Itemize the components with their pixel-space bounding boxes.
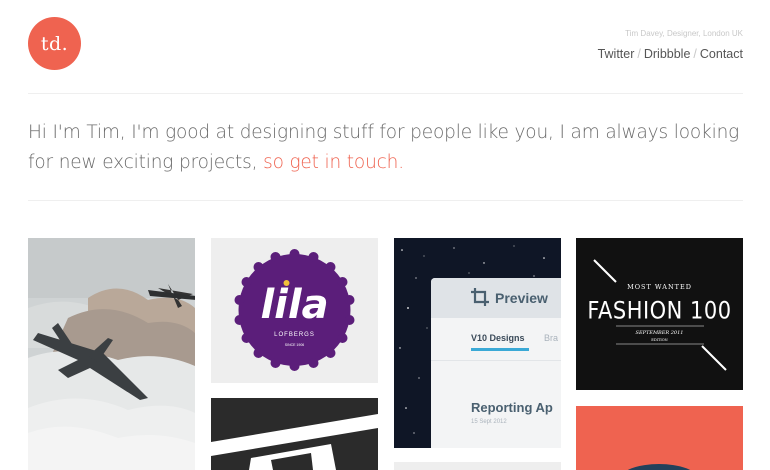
nav-separator: / — [693, 47, 697, 61]
portfolio-tile-fashion[interactable]: MOST WANTED FASHION 100 SEPTEMBER 2011 E… — [576, 238, 743, 390]
tab-v10-designs[interactable]: V10 Designs — [471, 333, 525, 343]
nav-contact-link[interactable]: Contact — [700, 47, 743, 61]
portfolio-tile-planes[interactable] — [28, 238, 195, 470]
portfolio-tile-partial[interactable] — [394, 462, 561, 470]
preview-app-title: Preview — [495, 290, 548, 306]
tagline: Tim Davey, Designer, London UK — [625, 29, 743, 38]
abstract-graphic — [211, 398, 378, 470]
preview-window: Preview V10 Designs Bra Reporting Ap 15 … — [431, 278, 561, 448]
report-heading: Reporting Ap — [471, 400, 553, 415]
portfolio-tile-lila[interactable]: lila LOFBERGS SINCE 1906 — [211, 238, 378, 383]
portfolio-tile-coral[interactable] — [576, 406, 743, 470]
fashion-edition: EDITION — [651, 338, 667, 342]
active-tab-indicator — [471, 348, 529, 351]
fashion-title: FASHION 100 — [587, 297, 731, 325]
divider — [28, 93, 743, 94]
fashion-cover: MOST WANTED FASHION 100 SEPTEMBER 2011 E… — [576, 238, 743, 390]
nav-dribbble-link[interactable]: Dribbble — [644, 47, 691, 61]
lila-title: lila — [260, 282, 328, 328]
fashion-subtitle: SEPTEMBER 2011 — [636, 330, 684, 336]
planes-illustration — [28, 238, 195, 470]
coral-graphic — [576, 406, 743, 470]
divider — [431, 360, 561, 361]
preview-titlebar: Preview — [431, 278, 561, 318]
nav-separator: / — [637, 47, 641, 61]
lila-small: SINCE 1906 — [285, 343, 305, 347]
portfolio-tile-preview[interactable]: Preview V10 Designs Bra Reporting Ap 15 … — [394, 238, 561, 448]
get-in-touch-link[interactable]: so get in touch. — [263, 152, 404, 173]
tab-brand[interactable]: Bra — [544, 333, 558, 343]
logo[interactable]: td. — [28, 17, 81, 70]
crop-icon — [471, 288, 489, 306]
divider — [28, 200, 743, 201]
fashion-kicker: MOST WANTED — [627, 283, 692, 291]
nav-twitter-link[interactable]: Twitter — [598, 47, 635, 61]
lila-subtitle: LOFBERGS — [274, 332, 315, 338]
report-date: 15 Sept 2012 — [471, 419, 507, 425]
intro-text: Hi I'm Tim, I'm good at designing stuff … — [28, 118, 753, 178]
main-nav: Twitter / Dribbble / Contact — [598, 47, 743, 61]
lila-badge: lila LOFBERGS SINCE 1906 — [234, 249, 355, 371]
portfolio-tile-graphic[interactable] — [211, 398, 378, 470]
